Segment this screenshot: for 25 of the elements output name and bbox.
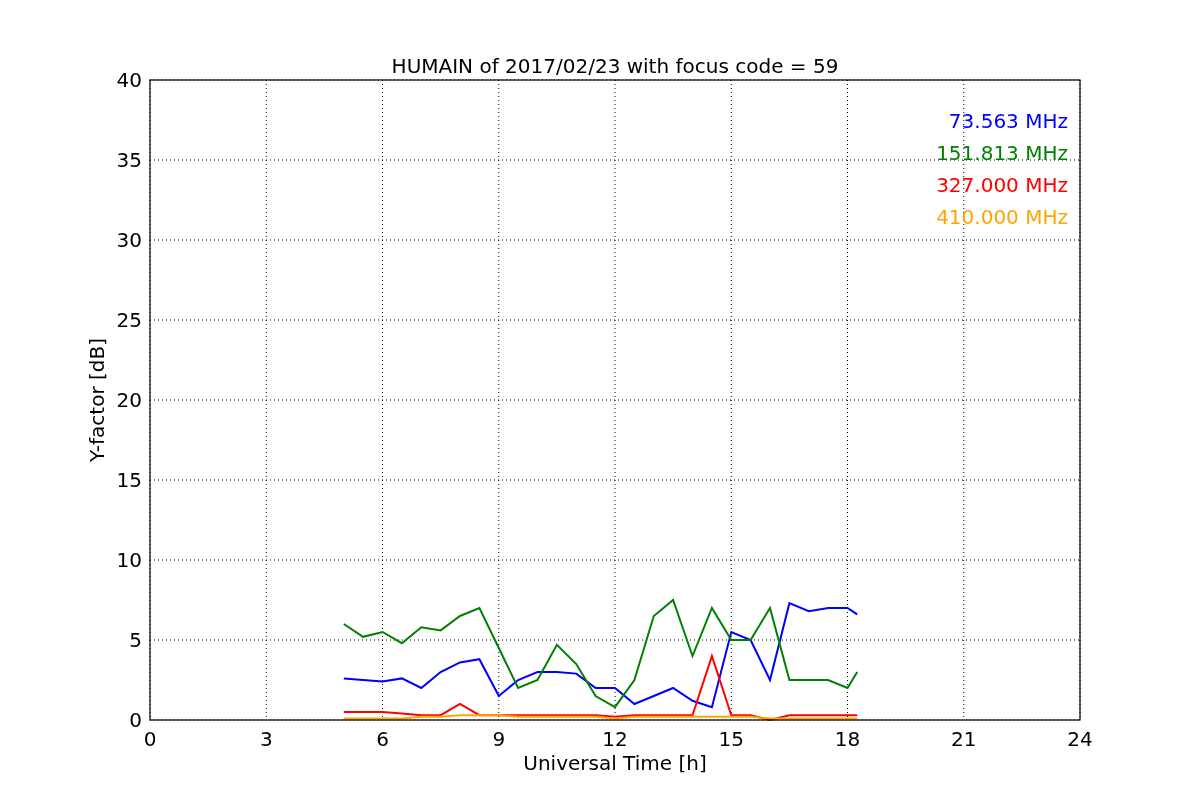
y-tick-label: 20 <box>116 388 142 412</box>
y-axis-label: Y-factor [dB] <box>85 338 109 462</box>
legend-label: 151.813 MHz <box>936 141 1068 165</box>
y-tick-label: 0 <box>129 708 142 732</box>
y-tick-label: 40 <box>116 68 142 92</box>
y-tick-label: 15 <box>116 468 142 492</box>
y-tick-label: 10 <box>116 548 142 572</box>
x-tick-label: 9 <box>492 727 506 751</box>
chart-title: HUMAIN of 2017/02/23 with focus code = 59 <box>391 54 839 78</box>
x-tick-label: 24 <box>1067 727 1093 751</box>
x-tick-label: 0 <box>143 727 157 751</box>
x-tick-label: 3 <box>259 727 273 751</box>
legend-label: 410.000 MHz <box>936 205 1068 229</box>
x-tick-label: 12 <box>602 727 628 751</box>
y-tick-label: 5 <box>129 628 142 652</box>
x-tick-label: 21 <box>951 727 977 751</box>
x-tick-label: 18 <box>834 727 861 751</box>
x-axis-label: Universal Time [h] <box>523 751 707 775</box>
y-tick-label: 35 <box>116 148 142 172</box>
x-tick-label: 6 <box>376 727 389 751</box>
x-tick-label: 15 <box>718 727 744 751</box>
y-tick-label: 30 <box>116 228 142 252</box>
legend-label: 327.000 MHz <box>936 173 1068 197</box>
y-tick-label: 25 <box>116 308 142 332</box>
legend-label: 73.563 MHz <box>948 109 1068 133</box>
